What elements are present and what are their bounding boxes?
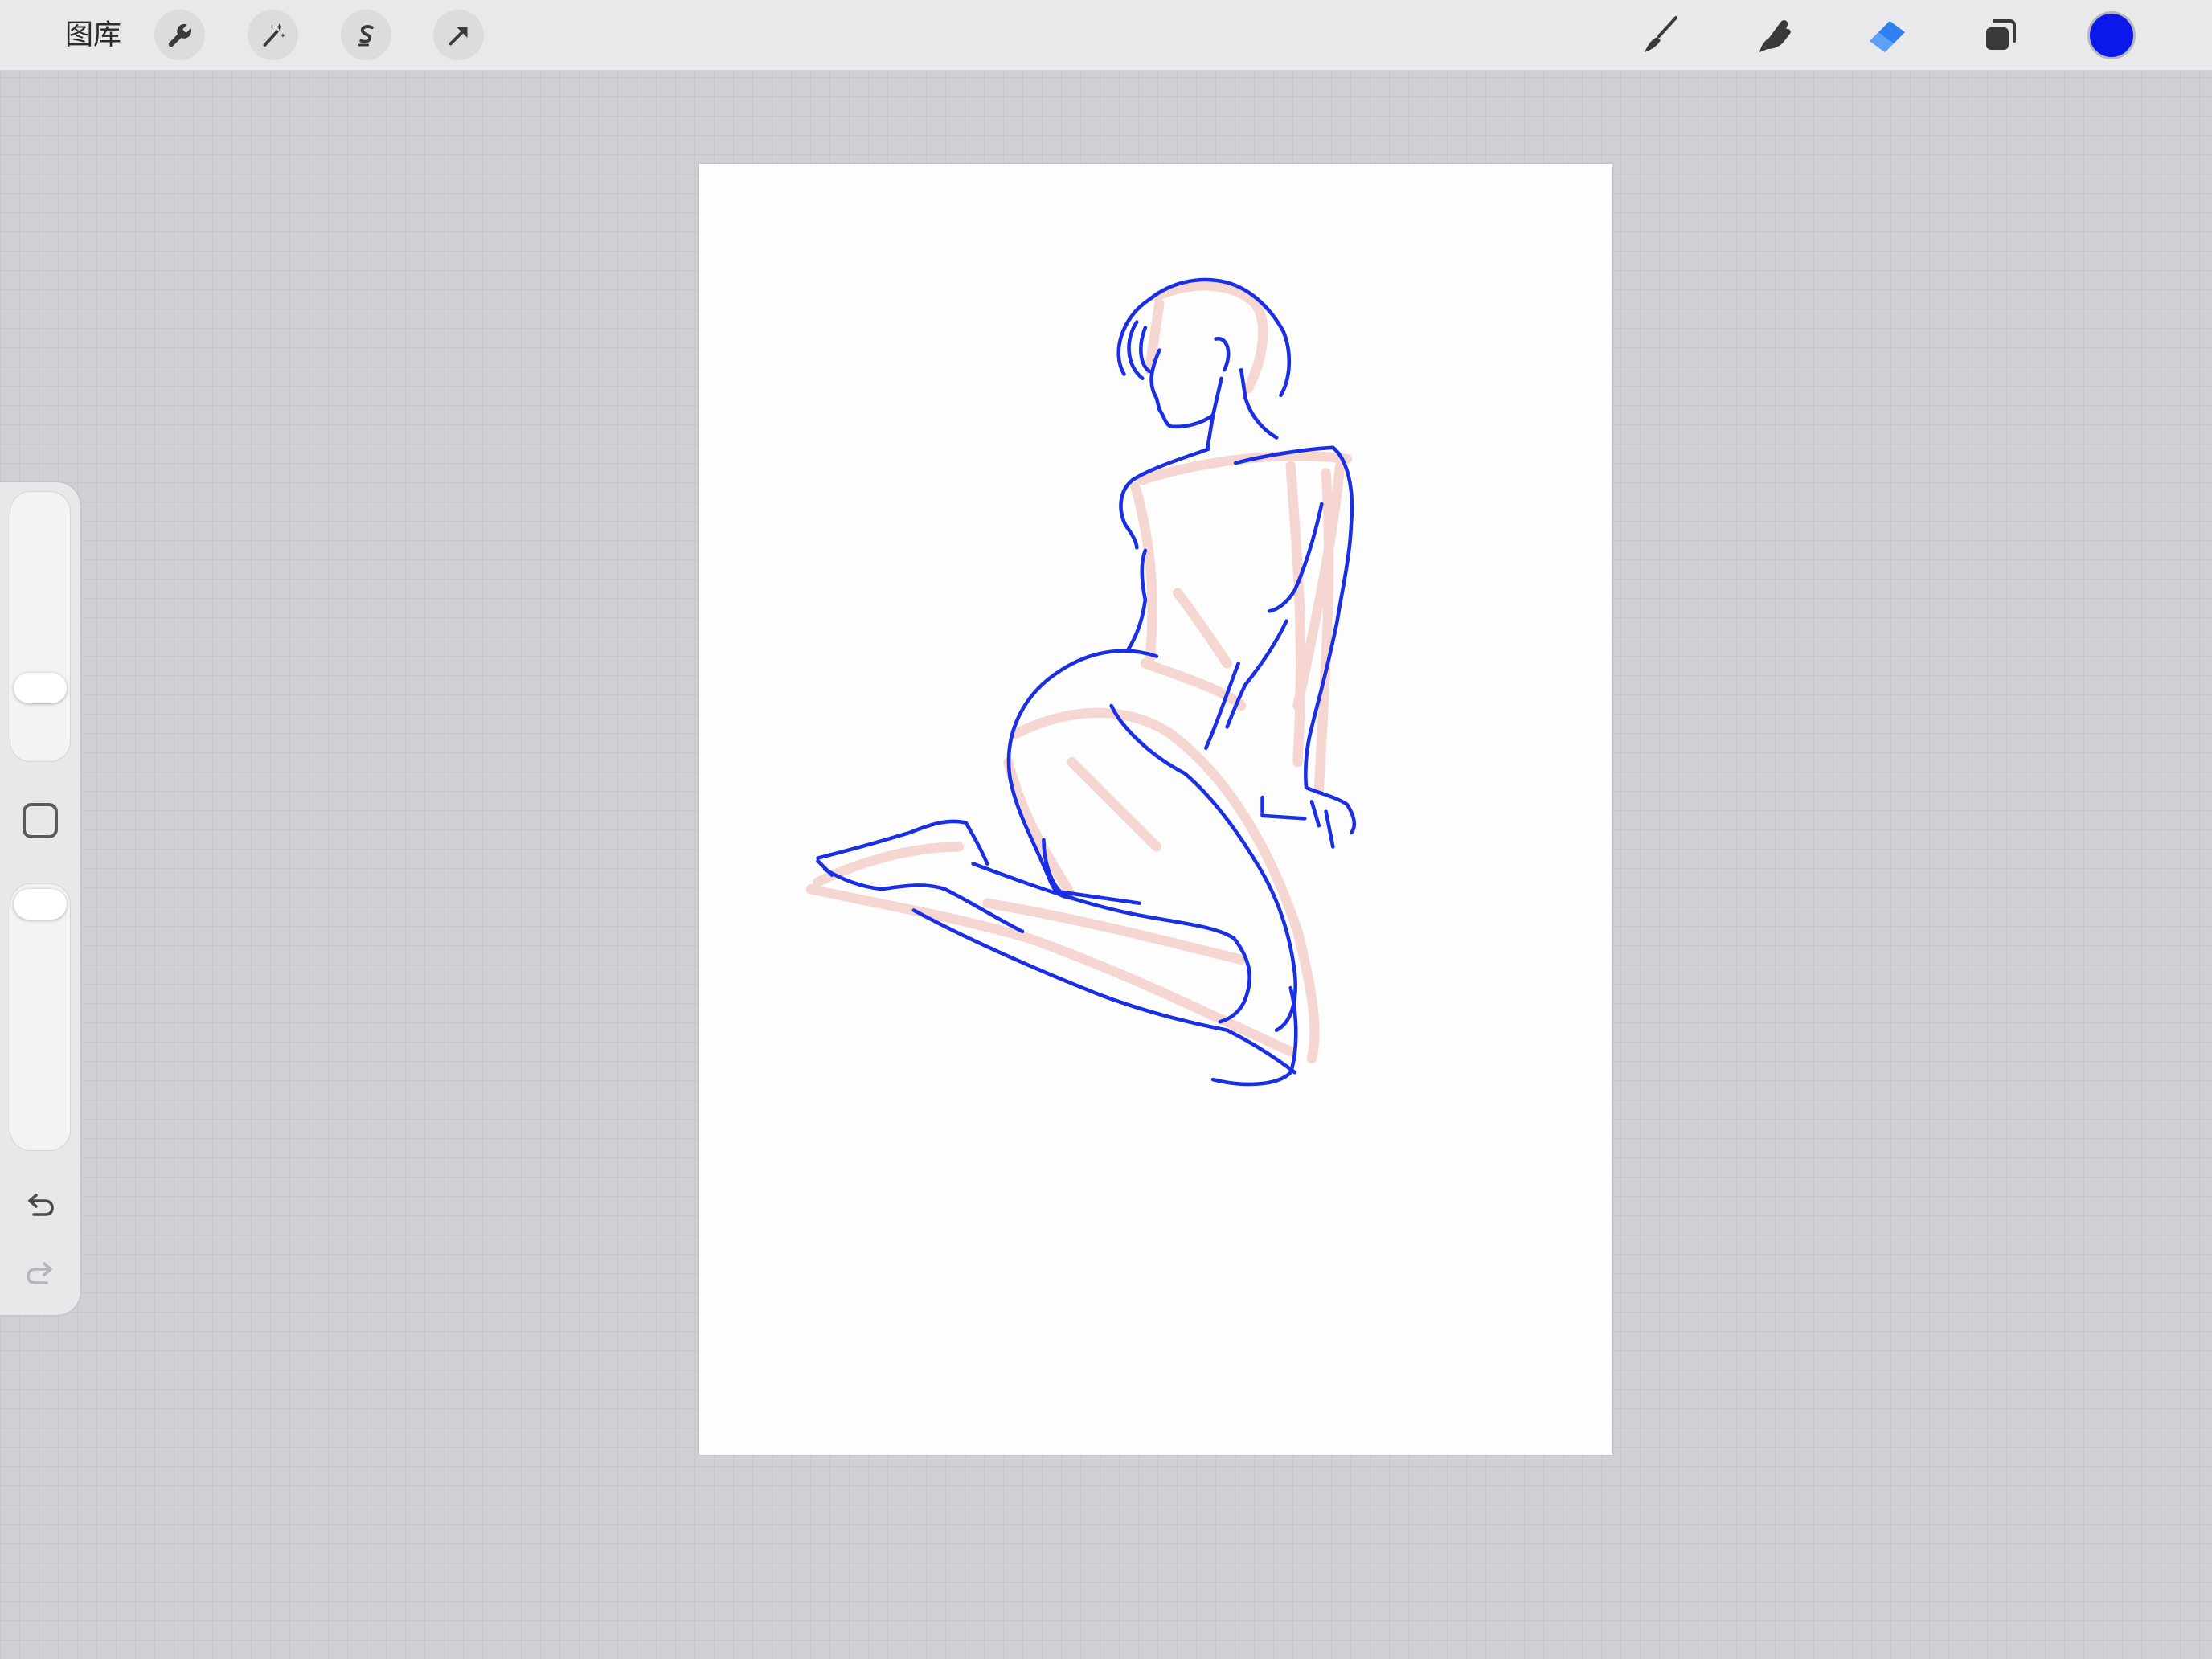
- drawing-canvas[interactable]: [699, 164, 1612, 1455]
- undo-button[interactable]: [21, 1186, 59, 1225]
- transform-arrow-icon: [449, 27, 467, 45]
- wrench-icon: [168, 23, 191, 47]
- magic-wand-icon: [263, 23, 285, 47]
- selection-button[interactable]: [341, 10, 391, 60]
- redo-button[interactable]: [21, 1255, 59, 1293]
- layers-button[interactable]: [1976, 11, 2025, 59]
- color-picker-button[interactable]: [2087, 11, 2136, 59]
- sketch-underlay: [805, 281, 1353, 1063]
- layers-icon: [1986, 19, 2016, 50]
- brush-size-slider[interactable]: [10, 491, 71, 762]
- undo-icon: [28, 1194, 54, 1216]
- brush-tool-button[interactable]: [1637, 11, 1686, 59]
- opacity-slider[interactable]: [10, 883, 71, 1151]
- eraser-icon: [1870, 21, 1905, 52]
- smudge-tool-button[interactable]: [1751, 11, 1799, 59]
- smudge-icon: [1759, 20, 1791, 52]
- selection-icon: [358, 24, 374, 46]
- transform-button[interactable]: [433, 10, 484, 60]
- actions-button[interactable]: [154, 10, 205, 60]
- adjustments-button[interactable]: [248, 10, 298, 60]
- top-toolbar: 图库: [0, 0, 2212, 71]
- sketch-artwork: [805, 277, 1357, 1087]
- gallery-button[interactable]: 图库: [65, 0, 121, 71]
- redo-icon: [27, 1262, 52, 1284]
- opacity-slider-thumb[interactable]: [14, 889, 67, 920]
- eraser-tool-button[interactable]: [1863, 11, 1911, 59]
- brush-size-slider-thumb[interactable]: [14, 673, 67, 704]
- left-sidebar: [0, 482, 80, 1315]
- brush-icon: [1645, 16, 1677, 52]
- modify-button[interactable]: [23, 803, 58, 838]
